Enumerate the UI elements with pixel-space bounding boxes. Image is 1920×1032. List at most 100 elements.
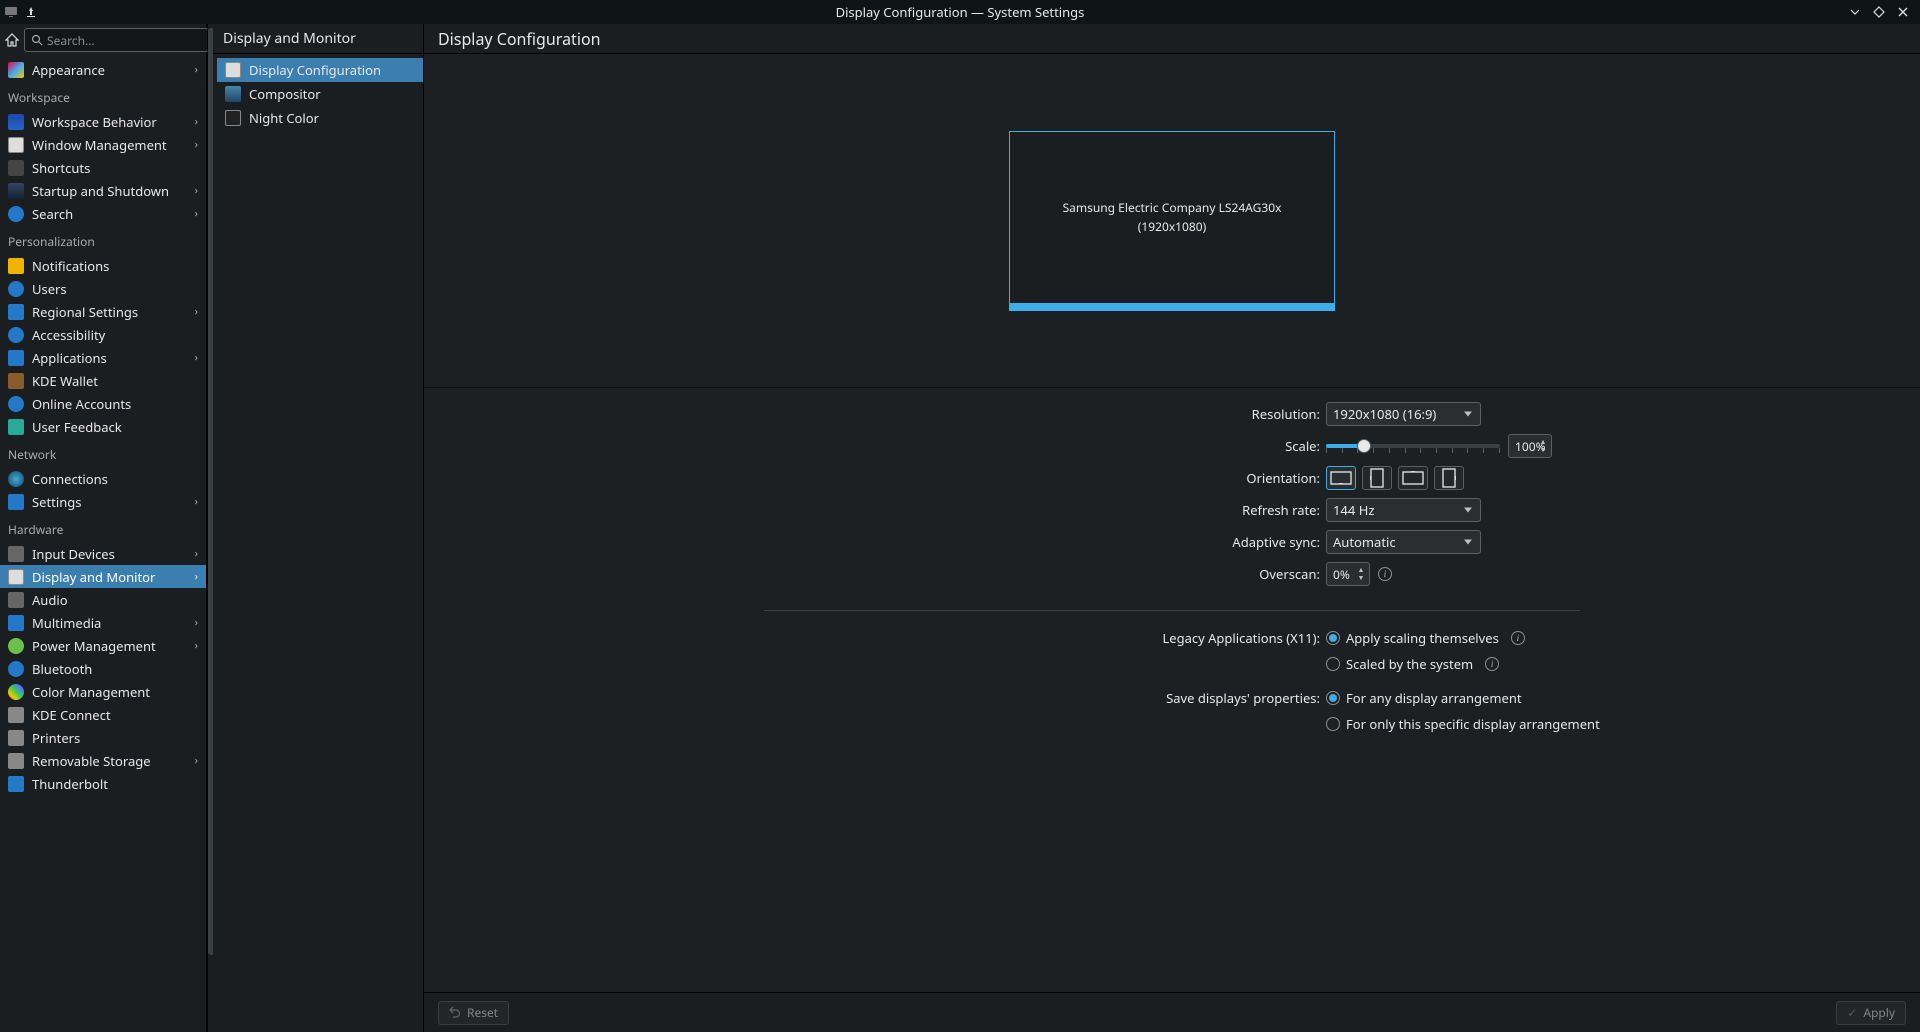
spin-down-icon[interactable]: ▼ [1538, 447, 1548, 454]
sidebar-item-accessibility[interactable]: Accessibility [0, 323, 206, 346]
label-resolution: Resolution: [424, 405, 1326, 423]
chevron-right-icon: › [195, 638, 198, 653]
sidebar-item-shortcuts[interactable]: Shortcuts [0, 156, 206, 179]
radio-legacy-system[interactable] [1326, 657, 1340, 671]
sidebar-item-label: Settings [32, 493, 187, 511]
sidebar-item-icon [8, 160, 24, 176]
minimize-icon[interactable] [1848, 5, 1862, 19]
orientation-portrait-right-button[interactable] [1434, 466, 1464, 490]
scale-spinbox[interactable]: 100% ▲▼ [1508, 434, 1552, 458]
sidebar-item-multimedia[interactable]: Multimedia› [0, 611, 206, 634]
orientation-landscape-button[interactable] [1326, 466, 1356, 490]
sidebar-item-icon [8, 350, 24, 366]
sidebar-item-label: Power Management [32, 637, 187, 655]
subcategory-item-icon [225, 86, 241, 102]
chevron-right-icon: › [195, 615, 198, 630]
sidebar-item-kde-wallet[interactable]: KDE Wallet [0, 369, 206, 392]
sidebar-item-icon [8, 137, 24, 153]
sidebar-item-workspace-behavior[interactable]: Workspace Behavior› [0, 110, 206, 133]
refresh-rate-select[interactable]: 144 Hz [1326, 498, 1481, 522]
label-scale: Scale: [424, 437, 1326, 455]
sidebar-item-bluetooth[interactable]: Bluetooth [0, 657, 206, 680]
search-input[interactable] [47, 32, 221, 49]
sidebar-item-power-management[interactable]: Power Management › [0, 634, 206, 657]
sidebar-item-label: Online Accounts [32, 395, 198, 413]
sidebar: Appearance›WorkspaceWorkspace Behavior›W… [0, 24, 207, 1032]
display-arrangement-preview[interactable]: Samsung Electric Company LS24AG30x (1920… [424, 54, 1920, 388]
sidebar-category: Personalization [0, 225, 206, 254]
scale-slider[interactable] [1326, 436, 1500, 456]
sidebar-item-window-management[interactable]: Window Management› [0, 133, 206, 156]
chevron-right-icon: › [195, 753, 198, 768]
subcategory-item-display-configuration[interactable]: Display Configuration [217, 58, 423, 82]
search-input-wrapper[interactable] [24, 28, 228, 52]
subcategory-item-icon [225, 110, 241, 126]
radio-save-any-label: For any display arrangement [1346, 689, 1522, 707]
sidebar-item-label: Window Management [32, 136, 187, 154]
maximize-icon[interactable] [1872, 5, 1886, 19]
sidebar-item-notifications[interactable]: Notifications [0, 254, 206, 277]
sidebar-item-search[interactable]: Search› [0, 202, 206, 225]
sidebar-item-icon [8, 638, 24, 654]
reset-button[interactable]: Reset [438, 1001, 509, 1025]
sidebar-item-settings[interactable]: Settings› [0, 490, 206, 513]
sidebar-item-user-feedback[interactable]: User Feedback [0, 415, 206, 438]
sidebar-item-icon [8, 684, 24, 700]
subcategory-item-compositor[interactable]: Compositor [217, 82, 423, 106]
sidebar-item-icon [8, 183, 24, 199]
orientation-landscape-flipped-button[interactable] [1398, 466, 1428, 490]
sidebar-item-label: Display and Monitor [32, 568, 187, 586]
keep-above-icon[interactable] [24, 5, 38, 19]
sidebar-item-color-management[interactable]: Color Management [0, 680, 206, 703]
radio-save-specific[interactable] [1326, 717, 1340, 731]
resolution-select[interactable]: 1920x1080 (16:9) [1326, 402, 1481, 426]
undo-icon [449, 1007, 461, 1019]
sidebar-item-icon [8, 730, 24, 746]
sidebar-item-label: Input Devices [32, 545, 187, 563]
sidebar-item-regional-settings[interactable]: Regional Settings› [0, 300, 206, 323]
label-orientation: Orientation: [424, 469, 1326, 487]
spin-up-icon[interactable]: ▲ [1538, 439, 1548, 446]
sidebar-item-label: Bluetooth [32, 660, 198, 678]
info-icon[interactable]: i [1511, 631, 1525, 645]
sidebar-item-thunderbolt[interactable]: Thunderbolt [0, 772, 206, 795]
sidebar-item-label: KDE Wallet [32, 372, 198, 390]
overscan-spinbox[interactable]: 0% ▲▼ [1326, 562, 1370, 586]
info-icon[interactable]: i [1485, 657, 1499, 671]
sidebar-item-display-and-monitor[interactable]: Display and Monitor› [0, 565, 206, 588]
subcategory-item-night-color[interactable]: Night Color [217, 106, 423, 130]
sidebar-item-printers[interactable]: Printers [0, 726, 206, 749]
sidebar-item-label: Search [32, 205, 187, 223]
label-refresh-rate: Refresh rate: [424, 501, 1326, 519]
sidebar-item-connections[interactable]: Connections [0, 467, 206, 490]
apply-button[interactable]: ✓ Apply [1836, 1001, 1906, 1025]
sidebar-item-startup-and-shutdown[interactable]: Startup and Shutdown› [0, 179, 206, 202]
adaptive-sync-select[interactable]: Automatic [1326, 530, 1481, 554]
sidebar-item-removable-storage[interactable]: Removable Storage› [0, 749, 206, 772]
check-icon: ✓ [1847, 1004, 1857, 1021]
sidebar-item-label: Users [32, 280, 198, 298]
home-button[interactable] [4, 28, 20, 52]
orientation-portrait-left-button[interactable] [1362, 466, 1392, 490]
spin-up-icon[interactable]: ▲ [1356, 567, 1366, 574]
sidebar-item-audio[interactable]: Audio [0, 588, 206, 611]
chevron-right-icon: › [195, 114, 198, 129]
subcategory-item-label: Display Configuration [249, 61, 381, 79]
sidebar-item-users[interactable]: Users [0, 277, 206, 300]
radio-save-any[interactable] [1326, 691, 1340, 705]
close-icon[interactable] [1896, 5, 1910, 19]
monitor-box[interactable]: Samsung Electric Company LS24AG30x (1920… [1009, 131, 1335, 311]
sidebar-item-input-devices[interactable]: Input Devices› [0, 542, 206, 565]
sidebar-item-online-accounts[interactable]: Online Accounts [0, 392, 206, 415]
chevron-right-icon: › [195, 304, 198, 319]
sidebar-item-label: Appearance [32, 61, 187, 79]
radio-legacy-self[interactable] [1326, 631, 1340, 645]
sidebar-item-icon [8, 569, 24, 585]
sidebar-item-appearance[interactable]: Appearance› [0, 58, 206, 81]
sidebar-item-label: Audio [32, 591, 198, 609]
info-icon[interactable]: i [1378, 567, 1392, 581]
sidebar-item-kde-connect[interactable]: KDE Connect [0, 703, 206, 726]
spin-down-icon[interactable]: ▼ [1356, 575, 1366, 582]
sidebar-item-label: Applications [32, 349, 187, 367]
sidebar-item-applications[interactable]: Applications› [0, 346, 206, 369]
